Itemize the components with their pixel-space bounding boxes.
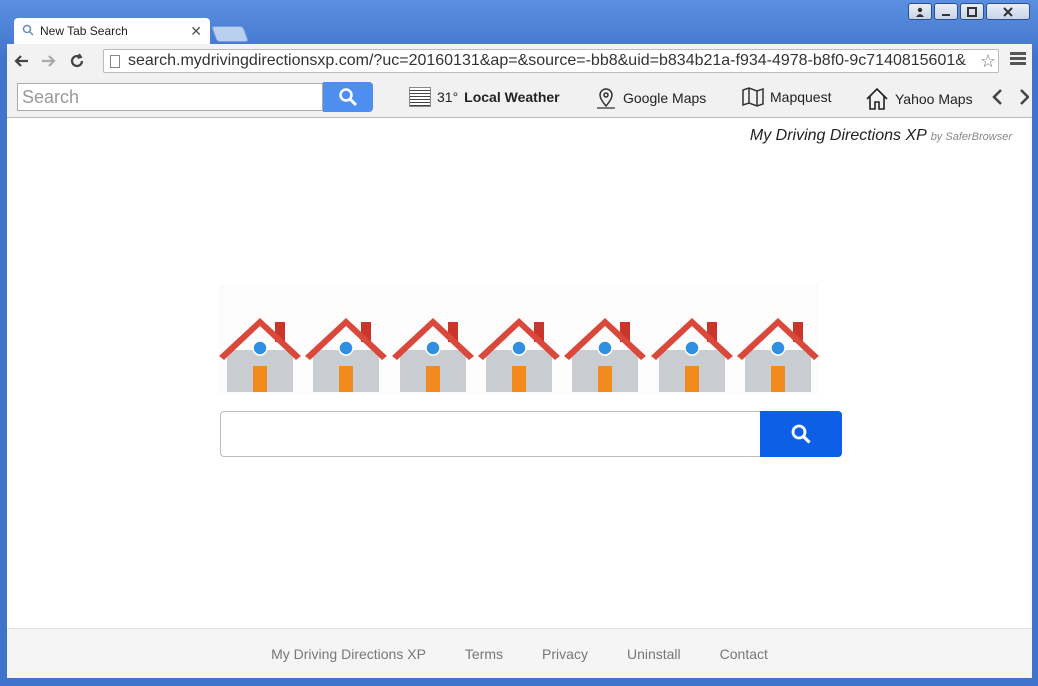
main-search-input[interactable] (220, 411, 761, 457)
google-maps-label: Google Maps (623, 90, 707, 106)
chevron-left-icon[interactable] (991, 89, 1003, 105)
forward-arrow-icon[interactable] (35, 47, 63, 75)
browser-window: New Tab Search ✕ search.mydrivingdirecti… (0, 0, 1038, 686)
url-text: search.mydrivingdirectionsxp.com/?uc=201… (128, 52, 966, 69)
house-illustration-icon (564, 318, 647, 392)
window-controls (908, 3, 1030, 20)
footer-link-privacy[interactable]: Privacy (542, 646, 588, 662)
local-weather-link[interactable]: 31° Local Weather (409, 87, 560, 107)
bookmark-star-icon[interactable]: ☆ (978, 51, 998, 72)
footer-link-home[interactable]: My Driving Directions XP (271, 646, 426, 662)
search-icon (339, 88, 358, 107)
weather-temp: 31° (437, 89, 459, 105)
window-bottom-border (7, 678, 1032, 682)
toolbar-search-input[interactable]: Search (17, 83, 323, 111)
new-tab-button[interactable] (211, 26, 249, 42)
footer-link-uninstall[interactable]: Uninstall (627, 646, 681, 662)
house-illustration-icon (391, 318, 474, 392)
tab-new-tab-search[interactable]: New Tab Search ✕ (14, 18, 210, 44)
house-illustration-icon (736, 318, 819, 392)
weather-icon (409, 87, 431, 107)
folded-map-icon (742, 87, 764, 107)
tab-close-icon[interactable]: ✕ (190, 23, 202, 40)
brand-title: My Driving Directions XP by SaferBrowser (750, 127, 1012, 145)
maximize-button[interactable] (960, 3, 984, 20)
houses-banner (219, 284, 819, 394)
yahoo-maps-label: Yahoo Maps (895, 91, 973, 107)
extension-toolbar: Search 31° Local Weather Google Maps Map… (7, 78, 1032, 118)
user-icon[interactable] (908, 3, 932, 20)
house-illustration-icon (219, 318, 301, 392)
brand-by: by SaferBrowser (930, 131, 1012, 143)
toolbar-search-button[interactable] (323, 82, 373, 112)
address-bar[interactable]: search.mydrivingdirectionsxp.com/?uc=201… (103, 49, 999, 73)
google-maps-link[interactable]: Google Maps (595, 87, 706, 109)
footer-link-contact[interactable]: Contact (720, 646, 768, 662)
tab-title: New Tab Search (40, 24, 128, 38)
brand-name: My Driving Directions XP (749, 127, 927, 144)
chevron-right-icon[interactable] (1019, 89, 1029, 105)
browser-toolbar: search.mydrivingdirectionsxp.com/?uc=201… (7, 44, 1032, 78)
house-illustration-icon (305, 318, 388, 392)
yahoo-maps-link[interactable]: Yahoo Maps (865, 87, 973, 111)
map-pin-icon (597, 88, 615, 109)
reload-icon[interactable] (63, 47, 91, 75)
menu-icon[interactable] (1010, 52, 1026, 67)
search-icon (791, 424, 811, 444)
footer-link-terms[interactable]: Terms (465, 646, 503, 662)
back-arrow-icon[interactable] (7, 47, 35, 75)
mapquest-link[interactable]: Mapquest (742, 87, 831, 107)
footer: My Driving Directions XP Terms Privacy U… (7, 628, 1032, 679)
house-illustration-icon (650, 318, 733, 392)
weather-label: Local Weather (464, 89, 560, 105)
search-icon (22, 24, 34, 39)
close-window-button[interactable] (986, 3, 1030, 20)
page-icon (110, 54, 120, 68)
page-content: My Driving Directions XP by SaferBrowser (7, 118, 1032, 628)
house-illustration-icon (477, 318, 560, 392)
mapquest-label: Mapquest (770, 89, 832, 105)
minimize-button[interactable] (934, 3, 958, 20)
main-search-button[interactable] (760, 411, 842, 457)
house-icon (866, 87, 888, 110)
